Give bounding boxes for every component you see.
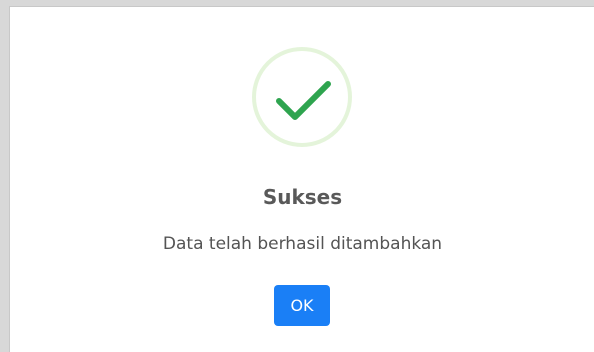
- dialog-title: Sukses: [262, 185, 343, 209]
- success-dialog: Sukses Data telah berhasil ditambahkan O…: [9, 6, 594, 352]
- success-check-icon: [252, 47, 352, 147]
- check-mark-icon: [276, 81, 331, 120]
- dialog-message: Data telah berhasil ditambahkan: [162, 234, 443, 254]
- ok-button[interactable]: OK: [274, 285, 330, 326]
